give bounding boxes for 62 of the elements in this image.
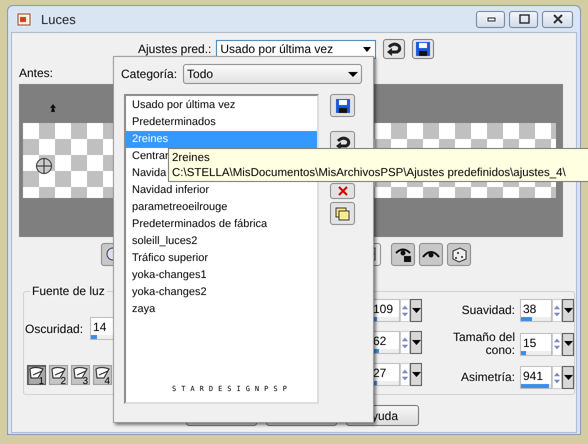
maximize-button[interactable] <box>509 10 538 28</box>
delete-button[interactable] <box>330 183 355 199</box>
list-item[interactable]: yoka-changes1 <box>126 267 317 284</box>
dropdown-button[interactable] <box>562 366 574 389</box>
darkness-label: Oscuridad: <box>25 322 84 336</box>
list-item[interactable]: zaya <box>126 301 317 318</box>
tooltip-path: C:\STELLA\MisDocumentos\MisArchivosPSP\Ajustes predefinidos\ajustes_4\ <box>172 166 566 181</box>
list-item[interactable]: Predeterminados <box>126 114 317 131</box>
category-dropdown[interactable]: Todo <box>183 64 362 84</box>
caret-icon <box>564 306 572 314</box>
dropdown-button[interactable] <box>562 299 574 322</box>
crosshair-icon <box>35 157 53 175</box>
app-icon <box>17 12 31 26</box>
presets-dropdown[interactable]: Usado por última vez <box>216 40 376 58</box>
preview-label: Antes: <box>19 67 54 80</box>
dropdown-button[interactable] <box>562 332 574 356</box>
tooltip-title: 2reines <box>172 151 210 166</box>
caret-icon <box>564 340 572 348</box>
close-button[interactable] <box>542 10 573 28</box>
group-title: Fuente de luz <box>30 284 107 298</box>
light-button[interactable]: 1 <box>27 365 46 385</box>
field-label: Asimetría: <box>460 371 515 384</box>
caret-icon <box>412 370 420 378</box>
curved-arrow-icon <box>334 134 350 150</box>
up-down-arrows-icon <box>553 336 561 352</box>
lock-eye-button[interactable] <box>391 242 415 266</box>
caret-icon <box>412 306 420 314</box>
minimize-button[interactable] <box>476 10 505 28</box>
window-title: Luces <box>41 12 76 26</box>
list-item[interactable]: Navidad inferior <box>126 182 317 199</box>
folder-button[interactable] <box>330 202 355 225</box>
marker-icon <box>49 104 57 113</box>
dropdown-button[interactable] <box>410 299 422 322</box>
light-button[interactable]: 4 <box>93 365 112 385</box>
dropdown-button[interactable] <box>410 331 422 354</box>
curved-arrow-icon <box>386 41 402 57</box>
list-item[interactable]: yoka-changes2 <box>126 284 317 301</box>
category-label: Categoría: <box>121 67 178 81</box>
save-button[interactable] <box>412 39 434 59</box>
caret-icon <box>412 338 420 346</box>
number-field[interactable]: 941 <box>520 366 552 389</box>
list-item[interactable]: parametreoeilrouge <box>126 199 317 216</box>
list-item[interactable]: Usado por última vez <box>126 97 317 114</box>
caret-icon <box>564 374 572 382</box>
light-button[interactable]: 2 <box>49 365 68 385</box>
list-item[interactable]: Tráfico superior <box>126 250 317 267</box>
number-field[interactable]: 15 <box>520 332 552 356</box>
light-button[interactable]: 3 <box>71 365 90 385</box>
field-label: Suavidad: <box>460 304 515 317</box>
list-item[interactable]: soleill_luces2 <box>126 233 317 250</box>
field-label: Tamaño del cono: <box>452 331 515 357</box>
dropdown-button[interactable] <box>410 363 422 386</box>
dice-button[interactable] <box>447 242 471 266</box>
eye-button[interactable] <box>419 242 443 266</box>
number-field[interactable]: 38 <box>520 299 552 322</box>
eye-icon <box>422 250 440 258</box>
list-item[interactable]: Predeterminados de fábrica <box>126 216 317 233</box>
dice-icon <box>450 245 468 263</box>
save-button[interactable] <box>330 94 355 117</box>
presets-label: Ajustes pred.: <box>138 42 212 56</box>
reset-button[interactable] <box>383 39 406 59</box>
folders-icon <box>334 206 350 222</box>
